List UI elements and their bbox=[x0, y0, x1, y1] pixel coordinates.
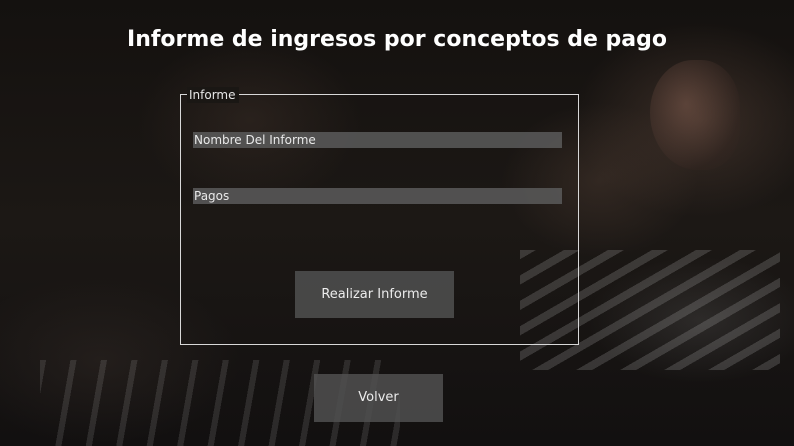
background-ear bbox=[650, 60, 740, 170]
pagos-value: Pagos bbox=[194, 189, 230, 203]
volver-button[interactable]: Volver bbox=[314, 374, 443, 422]
pagos-field[interactable]: Pagos bbox=[193, 188, 562, 204]
nombre-informe-value: Nombre Del Informe bbox=[194, 133, 316, 147]
informe-panel: Informe Nombre Del Informe Pagos Realiza… bbox=[180, 87, 579, 345]
panel-legend: Informe bbox=[187, 87, 239, 103]
realizar-informe-button[interactable]: Realizar Informe bbox=[295, 271, 454, 318]
nombre-informe-field[interactable]: Nombre Del Informe bbox=[193, 132, 562, 148]
page-title: Informe de ingresos por conceptos de pag… bbox=[127, 27, 667, 52]
